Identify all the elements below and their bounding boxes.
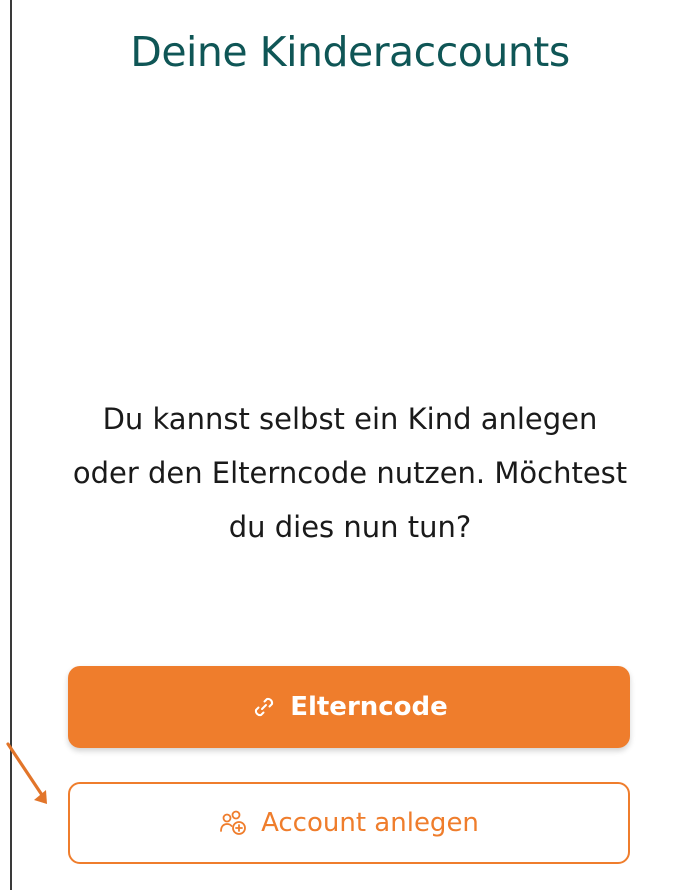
kinderaccounts-screen: Deine Kinderaccounts Du kannst selbst ei… [0, 0, 680, 890]
add-users-icon [219, 809, 249, 837]
elterncode-label: Elterncode [290, 692, 448, 722]
annotation-arrow-icon [6, 742, 47, 804]
elterncode-button[interactable]: Elterncode [68, 666, 630, 748]
account-anlegen-label: Account anlegen [261, 808, 479, 838]
link-icon [250, 693, 278, 721]
info-message: Du kannst selbst ein Kind anlegen oder d… [72, 402, 628, 544]
page-title: Deine Kinderaccounts [130, 28, 570, 76]
account-anlegen-button[interactable]: Account anlegen [68, 782, 630, 864]
